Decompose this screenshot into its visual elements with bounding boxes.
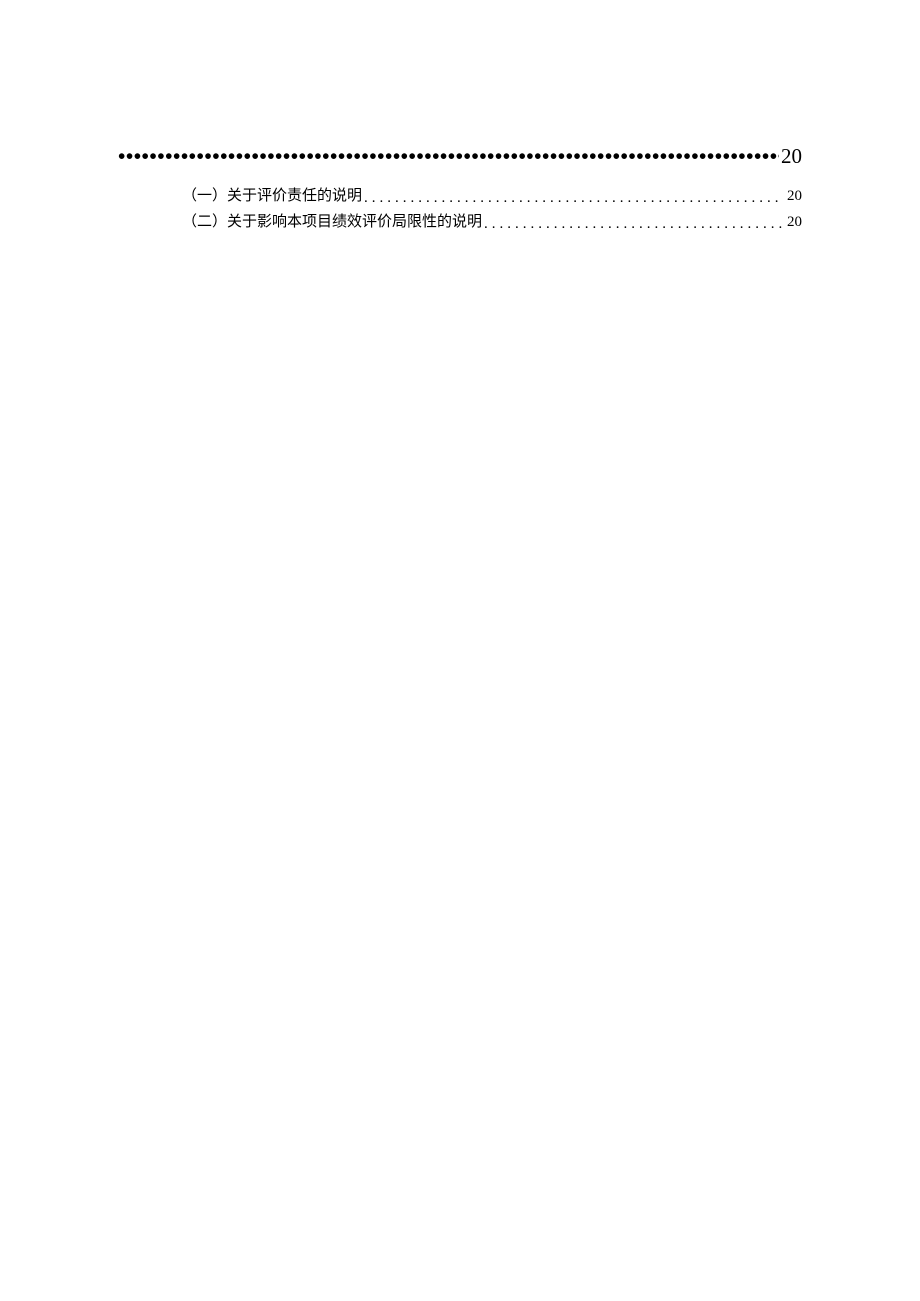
toc-section-header: ••••••••••••••••••••••••••••••••••••••••… [118, 144, 802, 169]
page-content: ••••••••••••••••••••••••••••••••••••••••… [0, 0, 920, 236]
toc-entry-page: 20 [783, 183, 802, 209]
toc-entry-page: 20 [783, 209, 802, 235]
toc-entry: （二）关于影响本项目绩效评价局限性的说明 ...................… [118, 209, 802, 235]
section-page-number: 20 [779, 144, 802, 169]
toc-entry-dots: ........................................… [362, 185, 783, 211]
toc-entry: （一）关于评价责任的说明 ...........................… [118, 183, 802, 209]
toc-entry-label: （一）关于评价责任的说明 [182, 183, 362, 209]
toc-entry-label: （二）关于影响本项目绩效评价局限性的说明 [182, 209, 482, 235]
toc-entry-dots: ........................................… [482, 211, 783, 237]
section-leader-dots: ••••••••••••••••••••••••••••••••••••••••… [118, 144, 779, 169]
